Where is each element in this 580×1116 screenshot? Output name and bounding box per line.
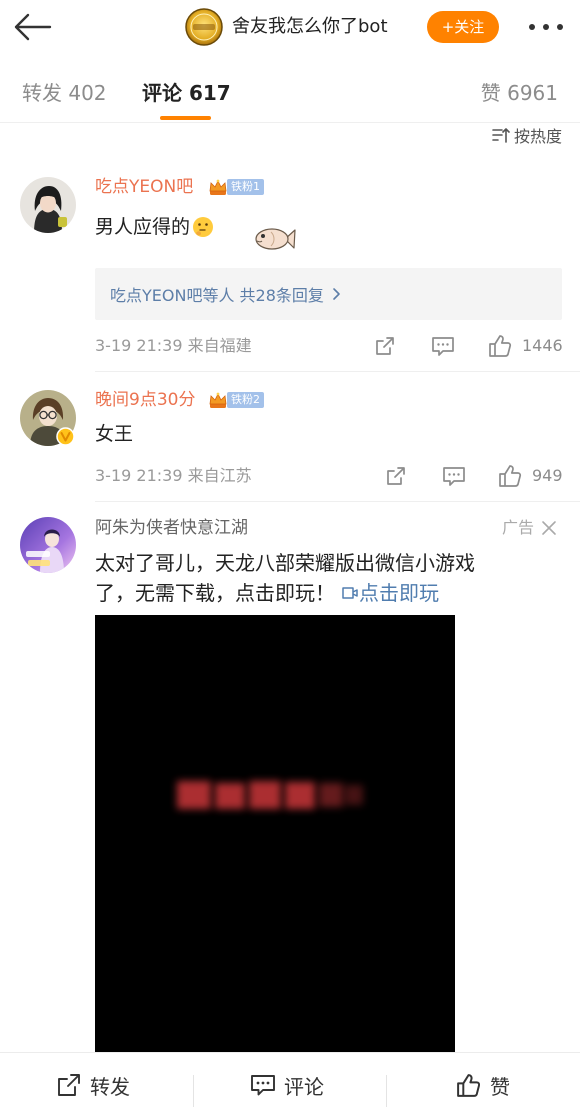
comment-meta: 3-19 21:39 来自福建 [95,334,252,358]
chevron-right-icon [333,288,340,300]
tab-count: 617 [188,81,231,105]
fan-badge-label: 铁粉2 [227,392,264,408]
tab-count: 6961 [507,81,558,105]
comment-text: 男人应得的 [95,214,214,240]
fish-sticker [253,222,297,256]
ad-link-label: 点击即玩 [359,581,439,605]
active-tab-indicator [160,116,211,120]
ad-play-link[interactable]: 点击即玩 [341,579,439,607]
comment-icon [443,467,465,486]
reply-summary[interactable]: 吃点YEON吧等人 共28条回复 [95,268,562,320]
share-icon [376,337,394,355]
comment-username[interactable]: 吃点YEON吧 [95,176,193,198]
comment-icon [432,337,454,356]
like-icon [457,1073,481,1097]
page-title: 舍友我怎么你了bot [232,16,388,37]
more-dots-icon [529,24,563,30]
comment-divider [95,501,580,502]
bottom-action-bar: 转发 评论 赞 [0,1052,580,1116]
ad-close-button[interactable] [541,520,557,536]
sort-icon [492,128,510,143]
tab-label: 评论 [142,81,182,105]
fan-badge: 铁粉2 [207,391,264,409]
like-icon [489,335,512,357]
bottom-separator [193,1075,194,1107]
ad-username[interactable]: 阿朱为侠者快意江湖 [95,517,248,539]
like-button[interactable] [487,333,513,359]
ad-text: 了，无需下载，点击即玩！ [95,581,335,605]
crown-icon [209,392,227,408]
comment-button[interactable] [442,465,466,487]
back-button[interactable] [10,10,55,44]
comment-body: 女王 [95,423,134,445]
like-count: 949 [532,466,563,485]
share-button[interactable] [374,335,396,357]
comment-button[interactable] [431,335,455,357]
sort-toggle[interactable]: 按热度 [491,123,562,147]
comment-text: 女王 [95,421,133,447]
ad-text-line-2: 了，无需下载，点击即玩！ 点击即玩 [95,579,439,607]
ad-text-line: 太对了哥儿，天龙八部荣耀版出微信小游戏 [95,551,475,575]
ad-avatar[interactable] [20,517,76,573]
bottom-separator [386,1075,387,1107]
verified-badge [56,427,75,446]
crown-icon [209,179,227,195]
comment-location: 来自福建 [187,336,252,355]
comment-time: 3-19 21:39 [95,336,183,355]
video-link-icon [342,587,358,599]
like-icon [499,465,522,487]
tab-count: 402 [68,81,107,105]
tab-likes[interactable]: 赞 6961 [481,78,558,108]
follow-button[interactable]: +关注 [427,11,499,43]
fan-badge-label: 铁粉1 [227,179,264,195]
ad-video[interactable] [95,615,455,1052]
ad-label: 广告 [502,518,535,537]
bottom-like-label: 赞 [490,1074,510,1099]
sort-label: 按热度 [513,127,562,146]
comment-time: 3-19 21:39 [95,466,183,485]
bottom-like-button[interactable]: 赞 [455,1053,510,1116]
fan-badge: 铁粉1 [207,178,264,196]
comment-meta: 3-19 21:39 来自江苏 [95,464,252,488]
like-count: 1446 [522,336,563,355]
comment-divider [95,371,580,372]
comment-location: 来自江苏 [187,466,252,485]
verified-v-icon [56,427,75,446]
comment-body: 男人应得的 [95,216,191,238]
bottom-repost-button[interactable]: 转发 [56,1053,130,1116]
bottom-comment-button[interactable]: 评论 [250,1053,324,1116]
repost-icon [58,1074,80,1096]
back-arrow-icon [14,13,52,41]
like-button[interactable] [497,463,523,489]
reply-users: 吃点YEON吧等人 [110,286,235,305]
comment-avatar[interactable] [20,177,76,233]
tab-comments[interactable]: 评论 617 [142,78,231,108]
reply-count: 共28条回复 [239,286,324,305]
close-icon [542,521,556,535]
comment-username[interactable]: 晚间9点30分 [95,389,195,411]
bottom-repost-label: 转发 [90,1074,130,1099]
comment-icon [251,1075,275,1096]
share-icon [387,467,405,485]
header-avatar[interactable] [185,8,223,46]
tab-label: 转发 [22,81,62,105]
thinking-emoji-icon [193,217,214,237]
share-button[interactable] [385,465,407,487]
bottom-comment-label: 评论 [284,1074,324,1099]
more-button[interactable] [526,16,566,38]
tab-label: 赞 [480,81,501,105]
tab-repost[interactable]: 转发 402 [22,78,107,108]
